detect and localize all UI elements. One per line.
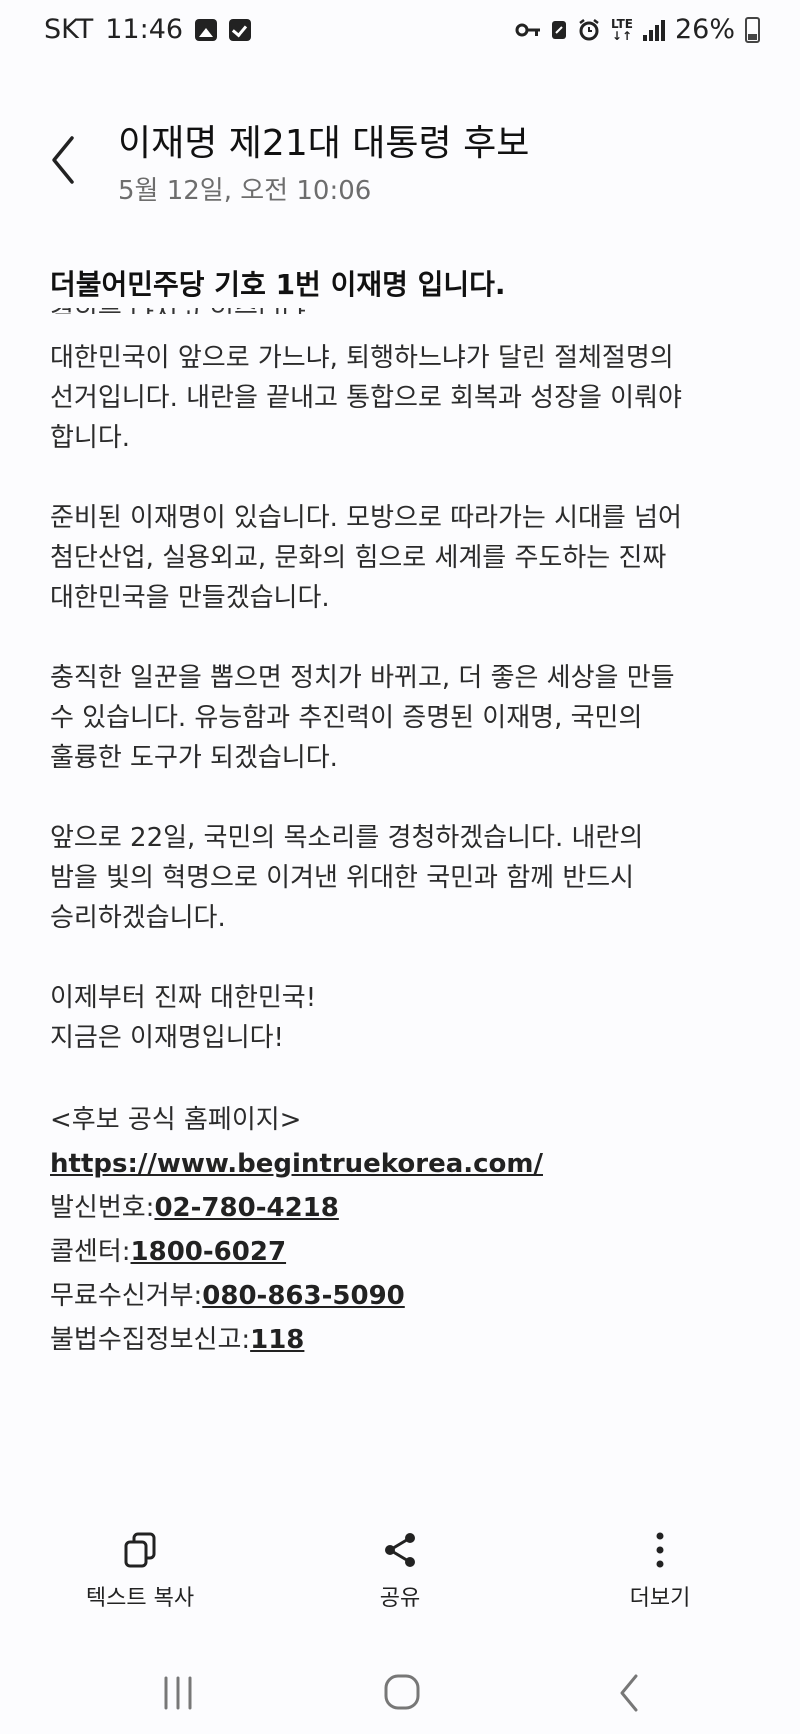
message-action-bar: 텍스트 복사 공유 더보기	[0, 1530, 800, 1620]
conversation-title: 이재명 제21대 대통령 후보	[118, 123, 530, 164]
paragraph: 이제부터 진짜 대한민국! 지금은 이재명입니다!	[50, 983, 317, 1053]
message-datetime: 5월 12일, 오전 10:06	[118, 176, 372, 206]
copy-text-button[interactable]: 텍스트 복사	[40, 1530, 240, 1612]
share-button[interactable]: 공유	[300, 1530, 500, 1612]
message-header: 이재명 제21대 대통령 후보 5월 12일, 오전 10:06	[0, 110, 800, 210]
paragraph: 충직한 일꾼을 뽑으면 정치가 바뀌고, 더 좋은 세상을 만들 수 있습니다.…	[50, 663, 675, 773]
paragraph: 앞으로 22일, 국민의 목소리를 경청하겠습니다. 내란의 밤을 빛의 혁명으…	[50, 823, 644, 933]
clock: 11:46	[105, 14, 184, 45]
status-bar: SKT 11:46 LTE ↓↑ 26%	[0, 0, 800, 64]
homepage-link[interactable]: https://www.begintruekorea.com/	[50, 1149, 543, 1179]
sender-number-label: 발신번호:	[50, 1193, 155, 1223]
sender-number-link[interactable]: 02-780-4218	[154, 1193, 338, 1223]
network-type-label: LTE ↓↑	[610, 16, 633, 43]
copy-icon	[124, 1532, 156, 1568]
signal-icon	[642, 19, 665, 41]
share-icon	[385, 1533, 415, 1567]
checkbox-notification-icon	[229, 18, 252, 41]
battery-icon	[745, 16, 760, 43]
sync-icon	[551, 20, 566, 39]
message-sender-line: 더불어민주당 기호 1번 이재명 입니다.	[50, 262, 750, 308]
message-body[interactable]: 더불어민주당 기호 1번 이재명 입니다. 결의를 다지고 있습니다. 대한민국…	[50, 262, 750, 1422]
key-icon	[515, 23, 540, 36]
nav-back-icon[interactable]	[600, 1668, 660, 1718]
share-label: 공유	[379, 1586, 421, 1611]
gallery-notification-icon	[195, 18, 218, 41]
homepage-label: <후보 공식 홈페이지>	[50, 1105, 302, 1135]
optout-number-link[interactable]: 080-863-5090	[202, 1281, 405, 1311]
message-paragraphs: 대한민국이 앞으로 가느냐, 퇴행하느냐가 달린 절체절명의 선거입니다. 내란…	[50, 338, 750, 1058]
paragraph: 대한민국이 앞으로 가느냐, 퇴행하느냐가 달린 절체절명의 선거입니다. 내란…	[50, 343, 682, 453]
system-nav-bar	[0, 1650, 800, 1734]
status-left: SKT 11:46	[44, 14, 252, 45]
report-label: 불법수집정보신고:	[50, 1325, 251, 1355]
report-number-link[interactable]: 118	[250, 1325, 304, 1355]
callcenter-number-link[interactable]: 1800-6027	[131, 1237, 287, 1267]
status-right: LTE ↓↑ 26%	[515, 14, 760, 45]
more-button[interactable]: 더보기	[560, 1530, 760, 1612]
paragraph: 준비된 이재명이 있습니다. 모방으로 따라가는 시대를 넘어 첨단산업, 실용…	[50, 503, 682, 613]
battery-percent: 26%	[674, 14, 735, 45]
home-icon[interactable]	[372, 1668, 432, 1718]
recent-apps-icon[interactable]	[148, 1668, 208, 1718]
carrier-label: SKT	[44, 14, 94, 45]
more-label: 더보기	[629, 1586, 691, 1611]
callcenter-label: 콜센터:	[50, 1237, 131, 1267]
contact-info: <후보 공식 홈페이지> https://www.begintruekorea.…	[50, 1098, 750, 1362]
more-vert-icon	[656, 1532, 664, 1568]
copy-text-label: 텍스트 복사	[85, 1586, 195, 1611]
back-arrow-icon[interactable]	[44, 130, 84, 190]
optout-label: 무료수신거부:	[50, 1281, 203, 1311]
alarm-icon	[579, 18, 599, 40]
